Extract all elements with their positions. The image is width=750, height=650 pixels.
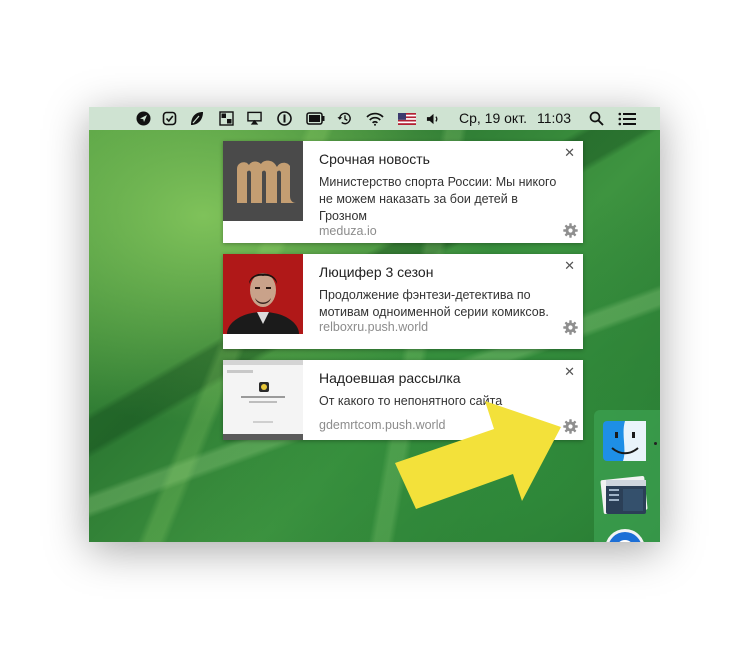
time-machine-icon[interactable] — [337, 111, 352, 126]
app-window-icon[interactable] — [600, 472, 648, 516]
grid-app-icon[interactable] — [219, 111, 234, 126]
close-button[interactable]: ✕ — [564, 258, 575, 274]
notification-source: meduza.io — [319, 224, 377, 238]
info-circle-icon[interactable] — [277, 111, 292, 126]
notification-title: Люцифер 3 сезон — [319, 264, 434, 280]
battery-icon[interactable] — [306, 111, 325, 126]
portrait-image-icon — [223, 254, 303, 334]
yellow-arrow-icon — [395, 401, 561, 509]
dock-running-indicator — [654, 442, 657, 445]
menubar-date[interactable]: Ср, 19 окт. — [459, 110, 527, 126]
actor-portrait-thumbnail — [223, 254, 303, 334]
gear-icon[interactable] — [563, 320, 578, 335]
notification-meduza[interactable]: Срочная новость Министерство спорта Росс… — [223, 141, 583, 243]
menu-bar: Ср, 19 окт. 11:03 — [89, 107, 660, 130]
leaf-icon[interactable] — [189, 111, 204, 126]
notification-center-icon[interactable] — [618, 111, 637, 126]
gear-icon[interactable] — [563, 223, 578, 238]
meduza-logo-thumbnail — [223, 141, 303, 221]
close-button[interactable]: ✕ — [564, 145, 575, 161]
website-screenshot-thumbnail — [223, 360, 303, 440]
desktop: Ср, 19 окт. 11:03 Срочная новость Минист… — [89, 107, 660, 542]
safari-icon[interactable] — [604, 528, 646, 542]
notification-title: Надоевшая рассылка — [319, 370, 461, 386]
location-arrow-icon[interactable] — [136, 111, 151, 126]
notification-lucifer[interactable]: Люцифер 3 сезон Продолжение фэнтези-дете… — [223, 254, 583, 349]
volume-icon[interactable] — [426, 111, 441, 126]
task-check-icon[interactable] — [162, 111, 177, 126]
menubar-time[interactable]: 11:03 — [537, 110, 571, 126]
close-button[interactable]: ✕ — [564, 364, 575, 380]
meduza-logo-icon — [237, 160, 296, 203]
webpage-preview-icon — [223, 360, 303, 440]
finder-icon[interactable] — [602, 420, 647, 462]
notification-source: relboxru.push.world — [319, 320, 429, 334]
notification-body: Продолжение фэнтези-детектива по мотивам… — [319, 288, 549, 319]
dock — [594, 410, 660, 542]
search-icon[interactable] — [589, 111, 604, 126]
wifi-icon[interactable] — [366, 111, 384, 126]
notification-title: Срочная новость — [319, 151, 430, 167]
notification-body: Министерство спорта России: Мы никого не… — [319, 175, 557, 223]
us-flag-input-icon[interactable] — [398, 111, 416, 126]
airplay-monitor-icon[interactable] — [247, 111, 262, 126]
